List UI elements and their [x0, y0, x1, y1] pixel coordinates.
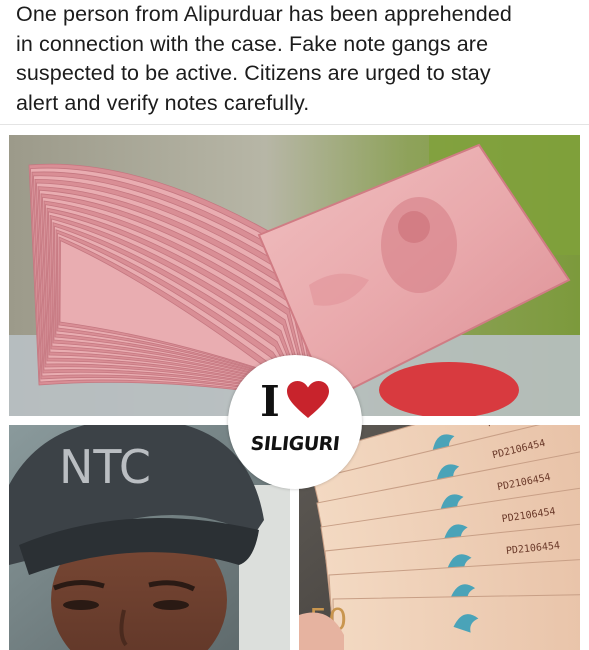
post-text: One person from Alipurduar has been appr…: [16, 0, 576, 118]
post-text-line: alert and verify notes carefully.: [16, 90, 310, 115]
photo-collage[interactable]: NTC PD2106454 PD2106454 PD2106454 PD2106…: [0, 125, 589, 650]
cap-logo: NTC: [59, 440, 151, 494]
heart-icon: [286, 380, 330, 425]
post-text-line: in connection with the case. Fake note g…: [16, 31, 489, 56]
post-text-line: One person from Alipurduar has been appr…: [16, 2, 512, 26]
badge-prefix: I: [260, 377, 280, 426]
badge-city: SILIGURI: [249, 433, 341, 455]
post-text-line: suspected to be active. Citizens are urg…: [16, 61, 491, 85]
banknote: [332, 593, 580, 650]
i-love-siliguri-badge: I SILIGURI: [228, 355, 362, 489]
